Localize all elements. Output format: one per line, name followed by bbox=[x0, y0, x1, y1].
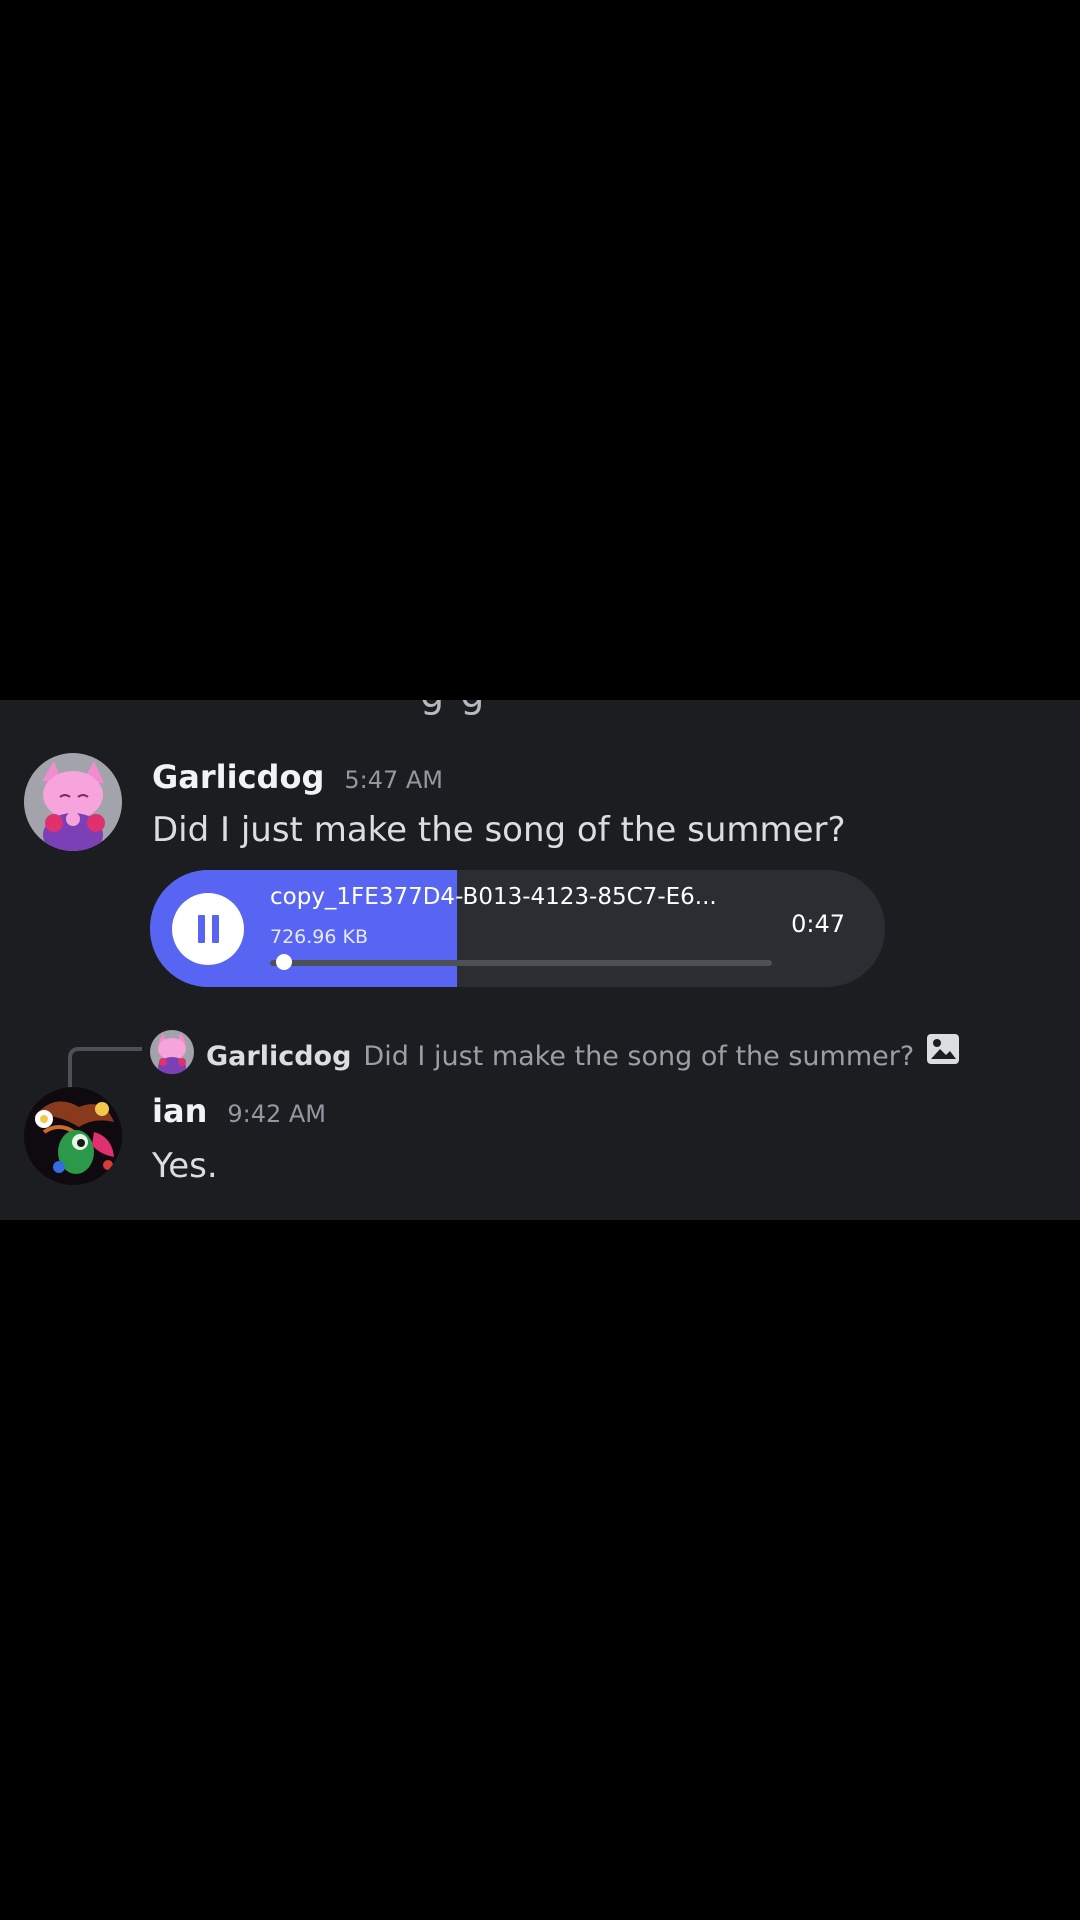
reply-username[interactable]: Garlicdog bbox=[206, 1041, 351, 1072]
voice-file-name: copy_1FE377D4-B013-4123-85C7-E6... bbox=[270, 884, 717, 910]
reply-reference[interactable]: Garlicdog Did I just make the song of th… bbox=[206, 1033, 960, 1072]
garlicdog-avatar[interactable] bbox=[24, 753, 122, 851]
message-text: Yes. bbox=[152, 1146, 218, 1186]
pink-cat-avatar-icon bbox=[24, 753, 122, 851]
timestamp: 9:42 AM bbox=[227, 1100, 326, 1128]
previous-message-cutoff: g g bbox=[420, 700, 486, 716]
timestamp: 5:47 AM bbox=[344, 766, 443, 794]
reply-text: Did I just make the song of the summer? bbox=[363, 1041, 915, 1072]
chat-panel: g g Garlicdog 5:47 AM Did I just make th… bbox=[0, 700, 1080, 1220]
seek-track[interactable] bbox=[270, 960, 772, 966]
username[interactable]: ian bbox=[152, 1092, 207, 1130]
ian-avatar[interactable] bbox=[24, 1087, 122, 1185]
reply-connector bbox=[68, 1047, 142, 1089]
reply-avatar bbox=[150, 1030, 194, 1074]
seek-handle[interactable] bbox=[276, 954, 293, 970]
voice-duration: 0:47 bbox=[791, 910, 845, 938]
voice-file-size: 726.96 KB bbox=[270, 926, 369, 948]
message-header: ian 9:42 AM bbox=[152, 1092, 326, 1130]
username[interactable]: Garlicdog bbox=[152, 758, 324, 796]
pause-icon bbox=[197, 915, 205, 943]
voice-message-player[interactable]: copy_1FE377D4-B013-4123-85C7-E6... 726.9… bbox=[150, 870, 885, 987]
colorful-creature-avatar-icon bbox=[24, 1087, 122, 1185]
message-header: Garlicdog 5:47 AM bbox=[152, 758, 443, 796]
image-icon bbox=[927, 1034, 960, 1064]
pink-cat-avatar-icon bbox=[150, 1030, 194, 1074]
message-text: Did I just make the song of the summer? bbox=[152, 810, 846, 850]
pause-button[interactable] bbox=[172, 893, 244, 965]
